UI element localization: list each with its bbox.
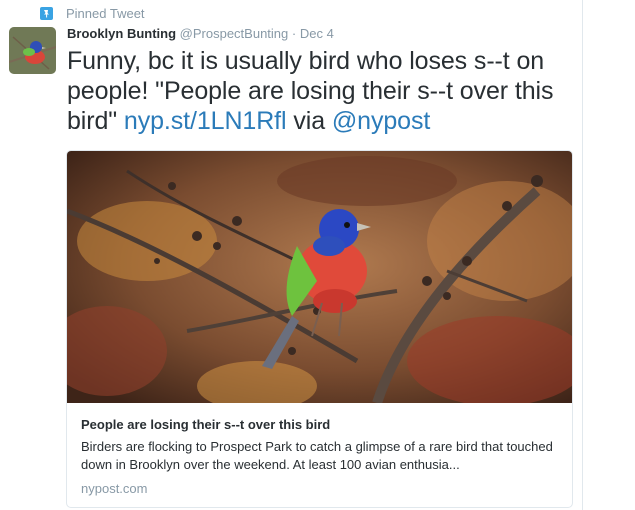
tweet-header: Brooklyn Bunting @ProspectBunting · Dec … [67,26,334,41]
link-card[interactable]: People are losing their s--t over this b… [66,150,573,508]
pinned-tweet-indicator: Pinned Tweet [40,4,145,22]
tweet-link[interactable]: nyp.st/1LN1Rfl [124,107,287,135]
card-title[interactable]: People are losing their s--t over this b… [81,417,330,432]
mention-link[interactable]: @nypost [332,107,430,135]
timeline-divider [582,0,583,510]
pinned-tweet-label: Pinned Tweet [66,5,145,21]
tweet-date[interactable]: Dec 4 [300,26,334,41]
card-image[interactable] [67,151,572,403]
author-name[interactable]: Brooklyn Bunting [67,26,176,41]
header-separator: · [291,26,297,41]
author-handle[interactable]: @ProspectBunting [180,26,289,41]
tweet-via: via [286,107,332,135]
tweet-text: Funny, bc it is usually bird who loses s… [67,46,577,136]
pin-icon [40,6,53,20]
avatar[interactable] [9,27,56,74]
card-domain: nypost.com [81,481,148,496]
card-description: Birders are flocking to Prospect Park to… [81,439,553,472]
